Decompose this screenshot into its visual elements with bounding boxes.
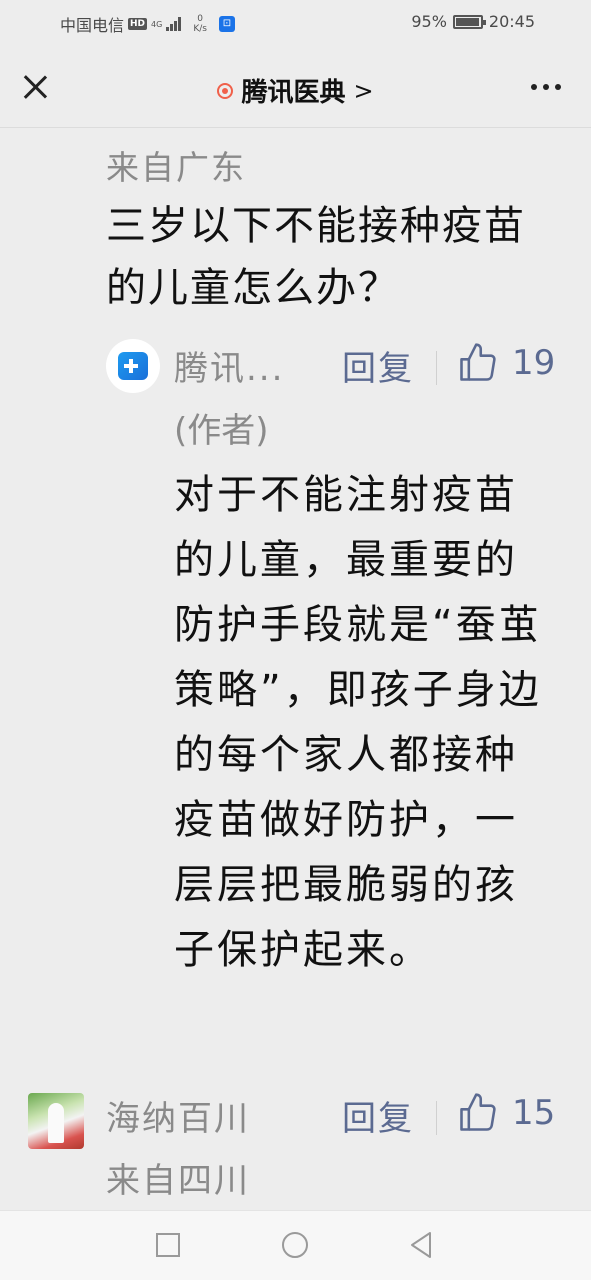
like-count: 15: [512, 1093, 556, 1133]
avatar[interactable]: [28, 1093, 84, 1149]
commenter-name[interactable]: 海纳百川: [106, 1091, 250, 1140]
triangle-back-icon[interactable]: [408, 1231, 434, 1259]
battery-icon: [452, 14, 486, 29]
reply-button[interactable]: 回复: [342, 341, 414, 390]
like-button[interactable]: 15: [456, 1091, 555, 1135]
page-title-text: 腾讯医典: [241, 78, 346, 108]
title-bar: 腾讯医典 >: [0, 46, 591, 128]
divider: [436, 1101, 437, 1135]
tencent-medical-logo-icon: [118, 352, 148, 380]
divider: [436, 351, 437, 385]
system-nav-bar: [0, 1210, 591, 1280]
circle-home-icon[interactable]: [282, 1232, 308, 1258]
comment-thread: 来自广东 三岁以下不能接种疫苗的儿童怎么办？ 腾讯... 回复 19 (作者) …: [0, 129, 591, 1210]
like-button[interactable]: 19: [456, 341, 555, 385]
battery-percent: 95%: [411, 12, 447, 31]
avatar[interactable]: [106, 339, 160, 393]
chevron-right-icon: >: [353, 76, 374, 105]
carrier-label: 中国电信: [60, 16, 125, 35]
reply-author-name[interactable]: 腾讯...: [174, 341, 284, 390]
live-dot-icon: [217, 82, 234, 99]
comment-location: 来自广东: [106, 148, 246, 187]
comment-location: 来自四川: [106, 1161, 250, 1201]
speed-unit: K/s: [193, 24, 207, 34]
status-bar: 中国电信 HD 4G 0 K/s ⊡ 95% 20:45: [0, 0, 591, 46]
battery-fill: [455, 17, 479, 26]
square-recents-icon[interactable]: [156, 1233, 180, 1257]
reply-button[interactable]: 回复: [342, 1091, 414, 1140]
network-speed: 0 K/s: [193, 14, 207, 34]
hd-badge: HD: [128, 18, 148, 30]
signal-icon: [166, 17, 182, 31]
avatar-figure: [48, 1103, 64, 1143]
status-left: 中国电信 HD 4G 0 K/s ⊡: [60, 12, 235, 36]
app-notification-icon: ⊡: [218, 16, 235, 32]
thumbs-up-icon: [460, 343, 496, 381]
reply-text: 对于不能注射疫苗的儿童，最重要的防护手段就是“蚕茧策略”，即孩子身边的每个家人都…: [174, 472, 542, 973]
comment-text: 三岁以下不能接种疫苗的儿童怎么办？: [106, 203, 526, 311]
speed-value: 0: [197, 14, 203, 24]
author-role-label: (作者): [174, 411, 269, 451]
clock: 20:45: [488, 12, 535, 31]
more-icon[interactable]: [531, 84, 561, 90]
network-label: 4G: [151, 19, 163, 29]
network-type: 4G: [151, 20, 162, 29]
status-right: 95% 20:45: [411, 12, 535, 31]
thumbs-up-icon: [460, 1093, 496, 1131]
page-title[interactable]: 腾讯医典 >: [0, 72, 591, 109]
like-count: 19: [512, 343, 556, 383]
